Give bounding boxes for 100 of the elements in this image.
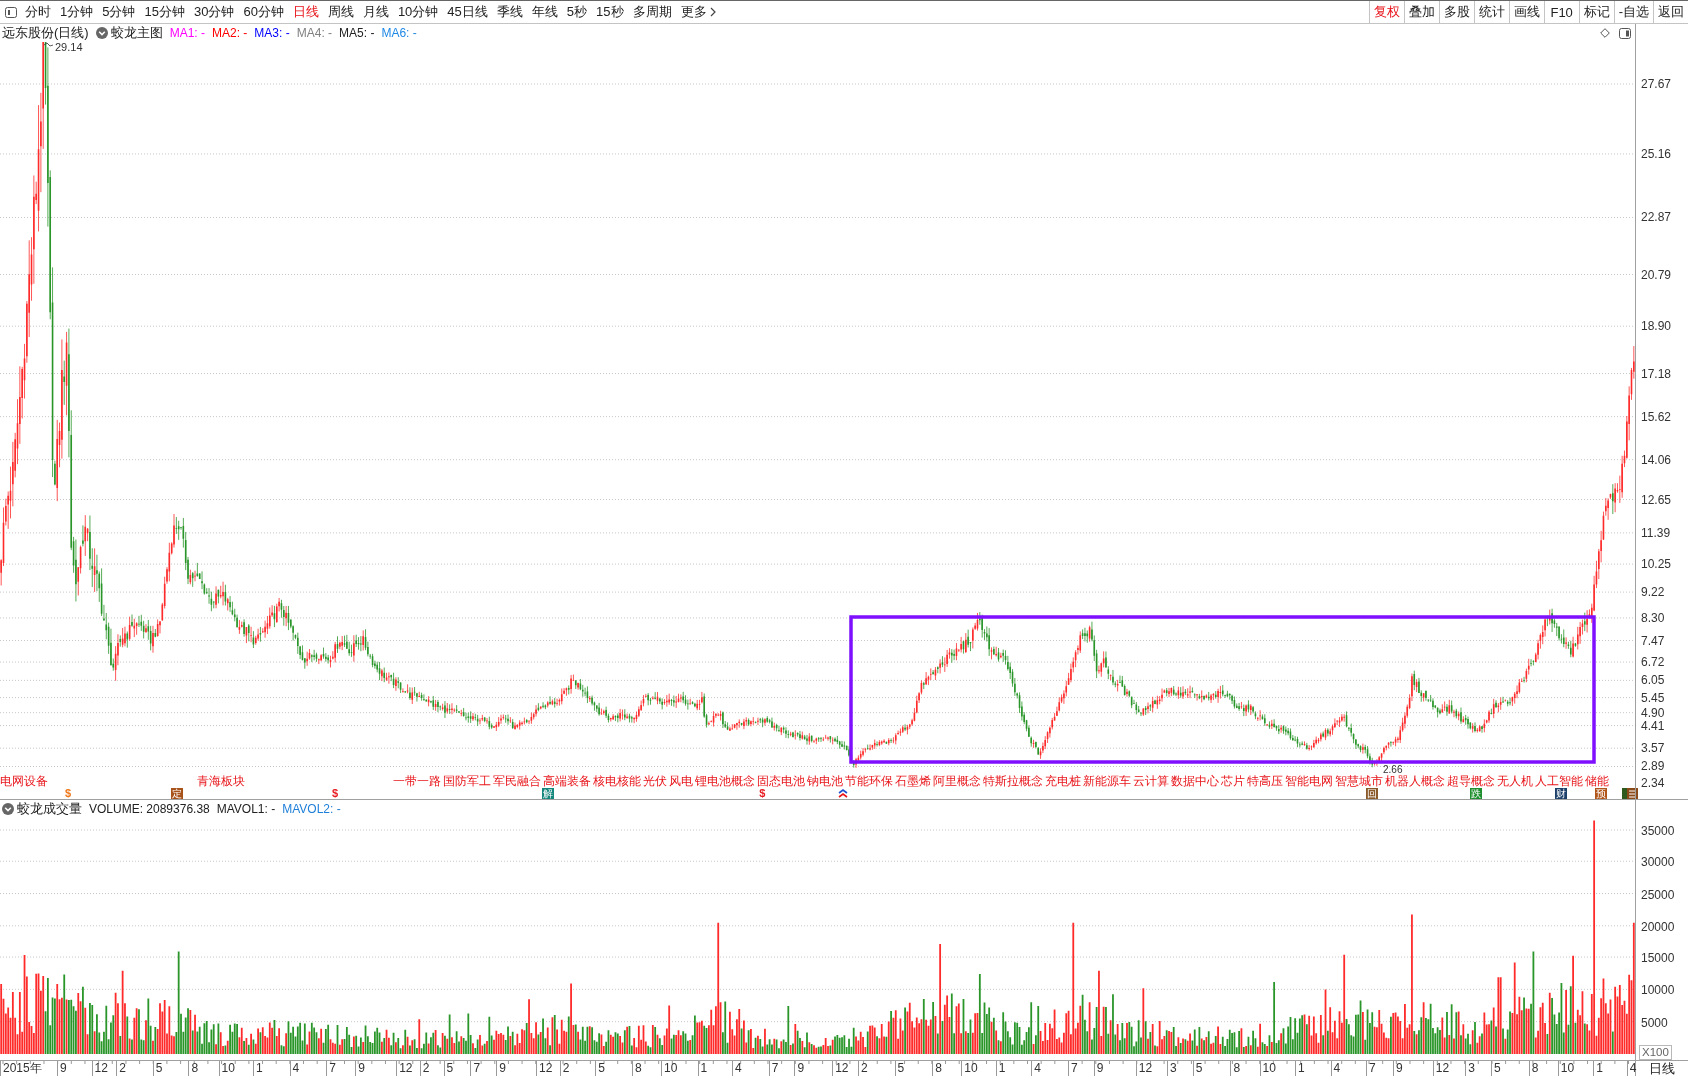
period-tab[interactable]: 45日线	[447, 1, 488, 23]
period-tab[interactable]: 季线	[496, 1, 523, 23]
time-axis-label: 4	[289, 1061, 300, 1076]
concept-tag: 国防军工	[443, 775, 491, 788]
event-tag[interactable]: 解	[541, 788, 554, 799]
event-tag[interactable]: 定	[170, 788, 183, 799]
concept-tag: 阿里概念	[933, 775, 981, 788]
tool-button[interactable]: 统计	[1473, 1, 1509, 23]
concept-tag: 固态电池	[757, 775, 805, 788]
ma-legend: MA4: -	[296, 26, 333, 40]
period-tab[interactable]: 月线	[362, 1, 389, 23]
concept-tag: 新能源车	[1083, 775, 1131, 788]
concept-tag: 电网设备	[0, 775, 48, 788]
price-axis-label: 2.34	[1641, 775, 1665, 790]
price-axis-label: 18.90	[1641, 319, 1672, 334]
concept-tag: 军民融合	[493, 775, 541, 788]
time-axis-label: 8	[1528, 1061, 1539, 1076]
volume-axis-label: 30000	[1641, 855, 1675, 870]
chevron-down-circle-icon	[95, 27, 108, 39]
volume-axis-label: 15000	[1641, 951, 1675, 966]
panel-toggle-icon[interactable]	[1619, 27, 1631, 39]
event-tag[interactable]: 跌	[1469, 788, 1482, 799]
concept-tag: 青海板块	[197, 775, 245, 788]
ma-legend: MA2: -	[212, 26, 248, 40]
time-axis-label: 5	[595, 1061, 605, 1076]
indicator-dropdown[interactable]: 蛟龙成交量	[2, 799, 82, 818]
indicator-dropdown[interactable]: 蛟龙主图	[95, 24, 163, 42]
period-tab[interactable]: 15分钟	[144, 1, 185, 23]
tool-button[interactable]: 画线	[1508, 1, 1544, 23]
time-axis-label: 1	[1593, 1061, 1603, 1076]
low-price-label: 2.66	[1383, 765, 1403, 775]
tool-button[interactable]: F10	[1543, 1, 1579, 23]
period-tab[interactable]: 30分钟	[193, 1, 235, 23]
time-axis-label: 7	[1067, 1061, 1078, 1076]
time-axis-label: 5	[443, 1061, 454, 1076]
price-axis-label: 10.25	[1641, 557, 1672, 572]
time-axis-label: 9	[57, 1061, 67, 1076]
concept-tag: 石墨烯	[895, 775, 931, 788]
tool-button[interactable]: -自选	[1613, 1, 1653, 23]
period-tab[interactable]: 60分钟	[243, 1, 284, 23]
period-tab[interactable]: 15秒	[596, 1, 624, 23]
drawn-rectangle[interactable]	[849, 615, 1596, 764]
time-axis-label: 9	[496, 1061, 506, 1076]
concept-tag: 特斯拉概念	[983, 775, 1043, 788]
more-button[interactable]: 更多	[680, 1, 716, 23]
period-tab[interactable]: 周线	[327, 1, 354, 23]
price-axis-label: 17.18	[1641, 366, 1672, 381]
time-axis-label: 2	[116, 1061, 126, 1076]
volume-axis-label: 25000	[1641, 887, 1675, 902]
period-tab[interactable]: 年线	[531, 1, 558, 23]
diamond-icon[interactable]	[1600, 28, 1610, 38]
time-axis-label: 10	[661, 1061, 678, 1076]
high-price-label: 29.14	[55, 42, 83, 53]
time-axis-label: 4	[1626, 1061, 1637, 1076]
time-axis-label: 8	[1230, 1061, 1241, 1076]
event-tag[interactable]: 预	[1594, 788, 1607, 799]
time-axis-label: 10	[1557, 1061, 1575, 1076]
period-tab[interactable]: 5分钟	[102, 1, 136, 23]
dollar-marker[interactable]: $	[331, 788, 338, 799]
period-tab[interactable]: 分时	[25, 1, 51, 23]
tool-button[interactable]: 返回	[1653, 1, 1688, 23]
time-axis-label: 5	[894, 1061, 905, 1076]
volume-axis-label: 10000	[1641, 983, 1675, 998]
panel-toggle-icon[interactable]	[5, 6, 17, 18]
tool-button[interactable]: 多股	[1438, 1, 1474, 23]
price-axis-label: 25.16	[1641, 146, 1672, 161]
stacked-tags-icon[interactable]	[1621, 788, 1638, 799]
tool-button[interactable]: 叠加	[1403, 1, 1439, 23]
price-axis-label: 12.65	[1641, 492, 1672, 507]
price-axis-label: 7.47	[1641, 633, 1665, 648]
time-axis-label: 12	[1135, 1061, 1153, 1076]
concept-tag: 光伏	[643, 775, 667, 788]
time-axis-label: 1	[697, 1061, 708, 1076]
tool-button[interactable]: 复权	[1368, 1, 1404, 23]
period-tab[interactable]: 5秒	[566, 1, 588, 23]
time-axis-label: 9	[1393, 1061, 1403, 1076]
dollar-marker[interactable]: $	[759, 788, 766, 799]
period-tab[interactable]: 日线	[292, 1, 319, 23]
tool-button[interactable]: 标记	[1578, 1, 1614, 23]
price-axis-label: 27.67	[1641, 76, 1672, 91]
concept-tag: 人工智能	[1535, 775, 1583, 788]
time-axis-label: 5	[152, 1061, 163, 1076]
stock-title: 远东股份(日线)	[2, 24, 89, 42]
concept-tag: 充电桩	[1045, 775, 1081, 788]
time-axis-label: 2	[419, 1061, 430, 1076]
ma-legend: MA3: -	[254, 26, 290, 40]
concept-tag: 节能环保	[845, 775, 893, 788]
event-tag[interactable]: 回	[1365, 788, 1378, 799]
price-axis-label: 5.45	[1641, 690, 1665, 705]
volume-axis-label: 35000	[1641, 824, 1675, 838]
time-axis-label: 7	[1366, 1061, 1376, 1076]
event-tag[interactable]: 财	[1554, 788, 1567, 799]
time-axis-label: 9	[1093, 1061, 1104, 1076]
concept-tag: 一带一路	[393, 775, 441, 788]
price-axis-label: 4.41	[1641, 718, 1665, 733]
double-chevron-up-icon[interactable]	[837, 789, 848, 798]
period-tab[interactable]: 多周期	[632, 1, 672, 23]
concept-tag: 机器人概念	[1385, 775, 1445, 788]
period-tab[interactable]: 1分钟	[60, 1, 94, 23]
period-tab[interactable]: 10分钟	[397, 1, 439, 23]
